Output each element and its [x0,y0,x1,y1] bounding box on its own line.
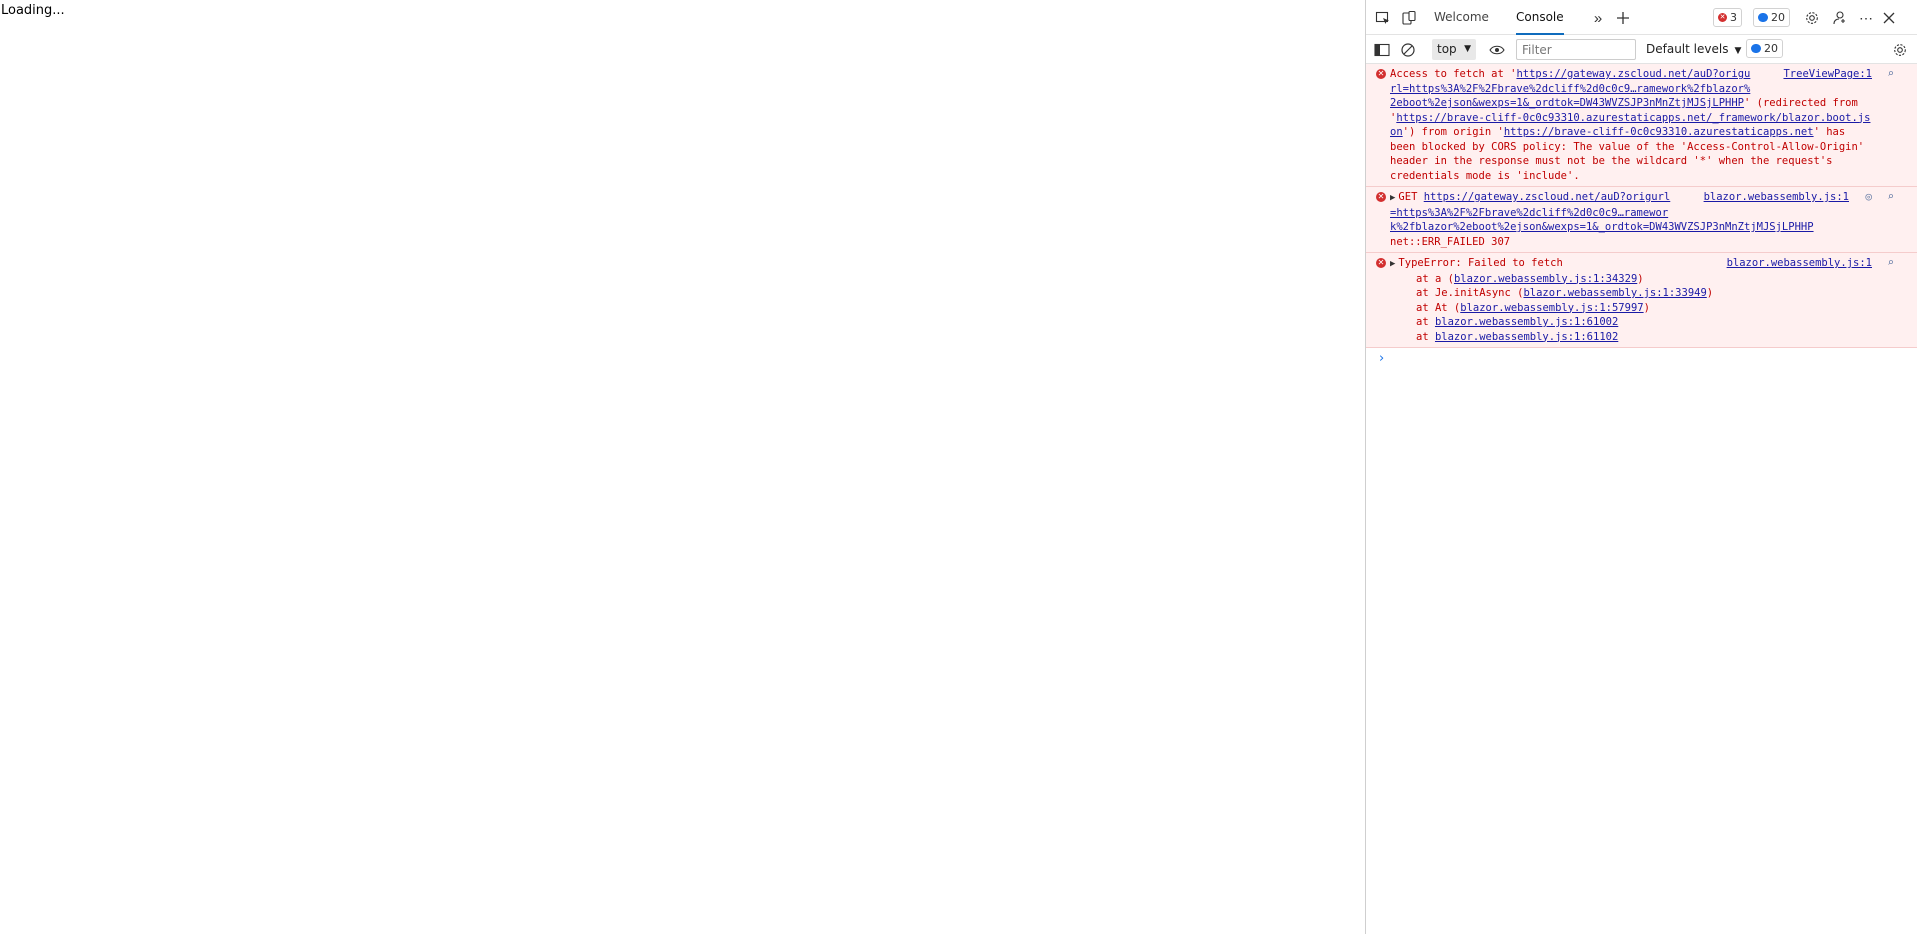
error-count-badge[interactable]: ✕ 3 [1713,8,1742,27]
stack-link[interactable]: blazor.webassembly.js:1:61102 [1435,331,1618,343]
chevron-down-icon: ▼ [1464,44,1471,54]
search-icon[interactable]: ⌕ [1887,190,1894,205]
stack-frame: at At (blazor.webassembly.js:1:57997) [1416,301,1650,314]
stack-link[interactable]: blazor.webassembly.js:1:34329 [1454,273,1637,285]
chevron-down-icon: ▼ [1734,46,1742,56]
info-count-badge[interactable]: 20 [1746,39,1783,58]
console-message-cors-error: ✕ TreeViewPage:1 ⌕ Access to fetch at 'h… [1366,64,1917,187]
info-count: 20 [1764,42,1778,55]
tab-console[interactable]: Console [1516,0,1564,35]
url-link[interactable]: =https%3A%2F%2Fbrave%2dcliff%2d0c0c9…ram… [1390,207,1668,219]
stack-frame: at blazor.webassembly.js:1:61102 [1416,330,1619,343]
message-source-link[interactable]: blazor.webassembly.js:1 [1704,190,1849,205]
live-expression-icon[interactable] [1486,39,1508,61]
url-link[interactable]: https://brave-cliff-0c0c93310.azurestati… [1504,126,1814,138]
settings-icon[interactable] [1801,7,1823,29]
stack-frame: at a (blazor.webassembly.js:1:34329) [1416,272,1644,285]
message-icon [1751,44,1761,53]
url-link[interactable]: rl=https%3A%2F%2Fbrave%2dcliff%2d0c0c9…r… [1390,83,1750,95]
console-messages: ✕ TreeViewPage:1 ⌕ Access to fetch at 'h… [1366,64,1917,370]
message-count: 20 [1771,11,1785,24]
context-select[interactable]: top ▼ [1432,39,1476,60]
message-source-link[interactable]: blazor.webassembly.js:1 [1727,256,1872,271]
url-link[interactable]: 2eboot%2ejson&wexps=1&_ordtok=DW43WVZSJP… [1390,97,1744,109]
stack-frame: at blazor.webassembly.js:1:61002 [1416,316,1619,328]
error-icon: ✕ [1718,13,1727,22]
device-emulation-icon[interactable] [1398,7,1420,29]
error-icon: ✕ [1376,69,1386,79]
log-levels-label: Default levels [1646,42,1729,56]
inspect-element-icon[interactable] [1372,7,1394,29]
message-icon [1758,13,1768,22]
console-prompt[interactable]: › [1366,348,1917,370]
close-icon[interactable] [1878,7,1900,29]
customize-icon[interactable] [1828,7,1850,29]
clear-console-icon[interactable] [1397,39,1419,61]
more-tabs-icon[interactable]: » [1587,7,1609,29]
more-options-icon[interactable]: ⋯ [1855,7,1877,29]
page-content: Loading... [0,0,1365,934]
context-value: top [1437,42,1457,56]
log-levels-dropdown[interactable]: Default levels ▼ [1646,39,1741,60]
console-message-get-error: ✕ blazor.webassembly.js:1 ◎ ⌕ ▶ GET https… [1366,187,1917,253]
error-count: 3 [1730,11,1737,24]
stack-link[interactable]: blazor.webassembly.js:1:33949 [1523,287,1706,299]
sidebar-toggle-icon[interactable] [1371,39,1393,61]
prompt-chevron-icon: › [1379,351,1385,366]
stack-link[interactable]: blazor.webassembly.js:1:61002 [1435,316,1618,328]
stack-frame: at Je.initAsync (blazor.webassembly.js:1… [1416,287,1714,299]
url-link[interactable]: k%2fblazor%2eboot%2ejson&wexps=1&_ordtok… [1390,221,1814,233]
url-link[interactable]: https://gateway.zscloud.net/auD?origurl [1424,191,1671,203]
error-icon: ✕ [1376,258,1386,268]
expand-triangle-icon[interactable]: ▶ [1390,193,1395,203]
devtools-panel: Welcome Console » ✕ 3 20 ⋯ top ▼ Filter … [1365,0,1917,934]
message-source-link[interactable]: TreeViewPage:1 [1783,67,1872,82]
search-icon[interactable]: ⌕ [1887,256,1894,271]
tab-welcome[interactable]: Welcome [1434,0,1489,35]
message-count-badge[interactable]: 20 [1753,8,1790,27]
filter-input[interactable] [1516,39,1636,60]
stack-link[interactable]: blazor.webassembly.js:1:57997 [1460,302,1643,314]
expand-triangle-icon[interactable]: ▶ [1390,259,1395,269]
loading-text: Loading... [1,3,65,18]
url-link[interactable]: https://gateway.zscloud.net/auD?origu [1516,68,1750,80]
console-toolbar: top ▼ Default levels ▼ 20 [1366,35,1917,64]
url-link[interactable]: on [1390,126,1403,138]
devtools-tabbar: Welcome Console » ✕ 3 20 ⋯ [1366,0,1917,35]
network-icon[interactable]: ◎ [1865,190,1872,205]
console-message-typeerror: ✕ blazor.webassembly.js:1 ⌕ ▶ TypeError: … [1366,253,1917,348]
error-icon: ✕ [1376,192,1386,202]
console-settings-icon[interactable] [1889,39,1911,61]
add-tab-icon[interactable] [1612,7,1634,29]
url-link[interactable]: https://brave-cliff-0c0c93310.azurestati… [1396,112,1870,124]
search-icon[interactable]: ⌕ [1887,67,1894,82]
